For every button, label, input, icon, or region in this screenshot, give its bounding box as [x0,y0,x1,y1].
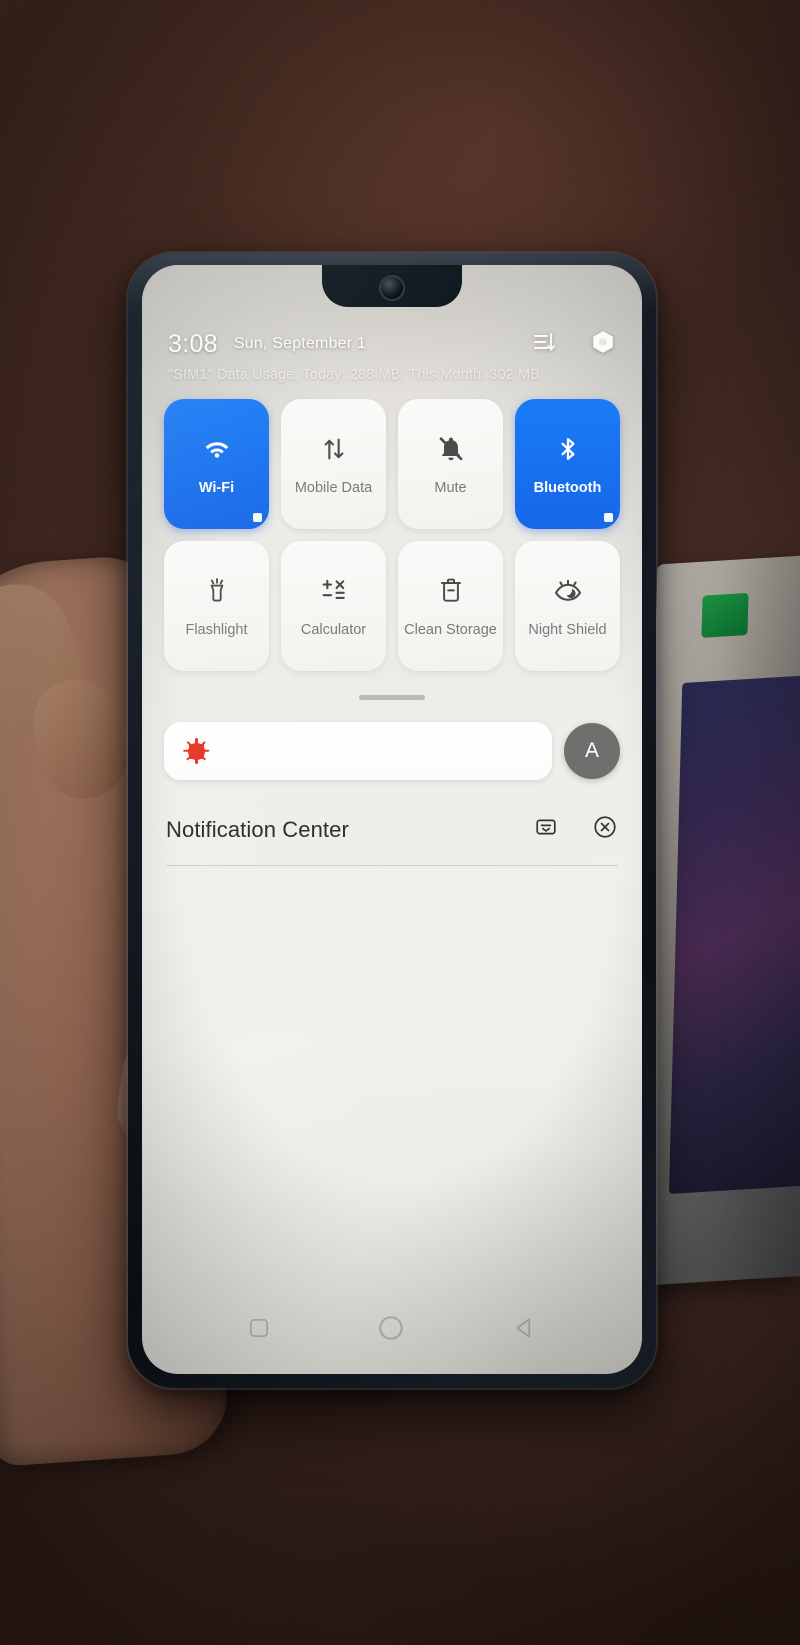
sort-descending-icon[interactable] [532,330,556,359]
status-date: Sun, September 1 [233,335,367,352]
notification-center-header: Notification Center [166,814,618,845]
tile-mobile-data[interactable]: Mobile Data [281,399,386,529]
brightness-sun-icon [183,738,210,764]
wifi-icon [202,432,232,466]
mobile-data-arrows-icon [320,432,348,466]
tile-clean-storage[interactable]: Clean Storage [398,541,503,671]
product-box-background [638,554,800,1286]
tile-label: Calculator [300,621,367,638]
tile-wifi[interactable]: Wi-Fi [164,399,269,529]
notification-settings-icon[interactable] [534,815,558,844]
tile-active-corner-marker [253,513,262,522]
notification-center-divider [166,865,618,866]
notification-center-actions [534,814,618,845]
status-bar: 3:08 Sun, September 1 [160,327,624,361]
tile-mute[interactable]: Mute [398,399,503,529]
brightness-row: A [160,722,624,780]
status-clock: 3:08 [168,329,218,358]
circle-home-icon[interactable] [376,1313,406,1348]
tile-label: Mute [434,479,467,496]
calculator-icon [319,574,349,608]
clear-all-circle-x-icon[interactable] [592,814,618,845]
quick-settings-panel: 3:08 Sun, September 1 "SIM1" Data Usage,… [142,327,642,866]
quick-settings-tile-grid: Wi-Fi Mobile Data Mute Bluetooth Flashli… [160,399,624,671]
tile-night-shield[interactable]: Night Shield [515,541,620,671]
box-artwork-panel [668,674,800,1195]
trash-minus-icon [438,574,464,608]
phone-screen: 3:08 Sun, September 1 "SIM1" Data Usage,… [142,265,642,1374]
square-recents-icon[interactable] [246,1315,272,1346]
triangle-back-icon[interactable] [510,1314,538,1347]
auto-brightness-label: A [584,739,599,762]
tile-label: Flashlight [185,621,248,638]
panel-drag-handle-wrap [160,695,624,700]
box-green-label [701,592,749,638]
tile-label: Clean Storage [404,621,497,638]
bell-muted-icon [437,432,465,466]
tile-active-corner-marker [604,513,613,522]
phone-device: 3:08 Sun, September 1 "SIM1" Data Usage,… [128,253,656,1388]
tile-bluetooth[interactable]: Bluetooth [515,399,620,529]
navigation-bar [142,1313,642,1348]
tile-label: Mobile Data [294,479,373,496]
auto-brightness-button[interactable]: A [564,723,620,779]
notification-center-title: Notification Center [166,816,349,842]
data-usage-text: "SIM1" Data Usage, Today: 288 MB, This M… [168,367,540,383]
front-camera-icon [381,277,403,299]
display-notch [322,265,462,307]
panel-drag-handle[interactable] [359,695,425,700]
hexagon-gear-icon[interactable] [590,329,616,360]
flashlight-icon [204,574,230,608]
brightness-slider[interactable] [164,722,552,780]
status-bar-actions [532,329,616,360]
tile-calculator[interactable]: Calculator [281,541,386,671]
tile-label: Bluetooth [533,479,602,496]
tile-flashlight[interactable]: Flashlight [164,541,269,671]
bluetooth-icon [555,432,581,466]
eye-moon-icon [553,574,583,608]
notification-center: Notification Center [160,814,624,866]
tile-label: Night Shield [528,621,607,638]
tile-label: Wi-Fi [198,479,235,496]
